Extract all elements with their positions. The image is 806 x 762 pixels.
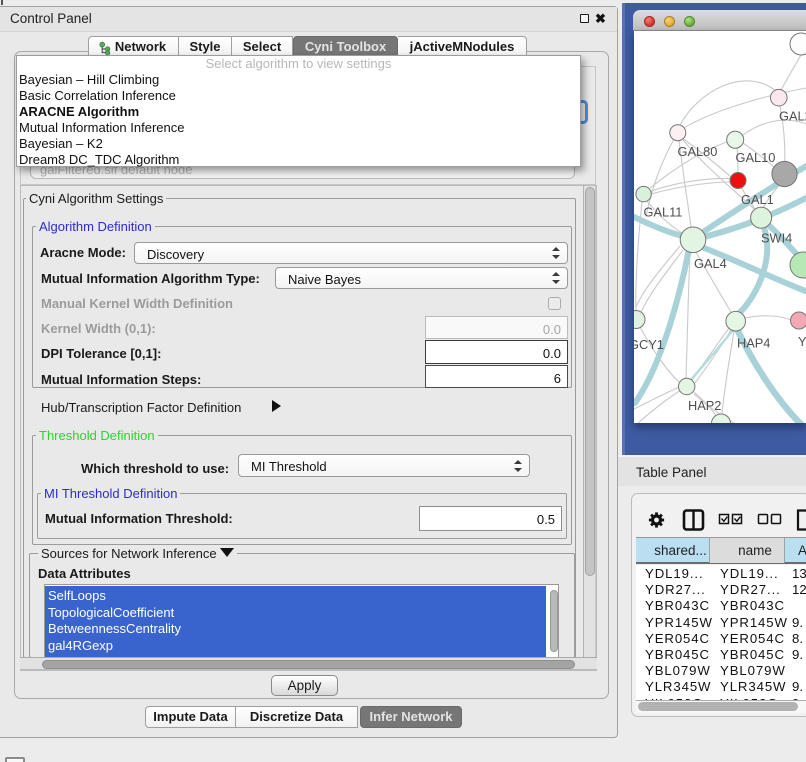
svg-text:YM: YM [798,334,806,349]
svg-text:GAL11: GAL11 [644,205,683,220]
svg-text:GAL1: GAL1 [741,192,774,207]
svg-text:GCY1: GCY1 [634,337,664,352]
svg-text:GAL2: GAL2 [779,109,806,124]
svg-text:SWI4: SWI4 [761,231,792,246]
svg-text:GAL4: GAL4 [694,256,727,271]
svg-text:GAL10: GAL10 [736,150,776,165]
svg-text:GAL80: GAL80 [678,144,718,159]
svg-text:HAP2: HAP2 [688,398,721,413]
svg-text:HAP4: HAP4 [737,336,770,351]
